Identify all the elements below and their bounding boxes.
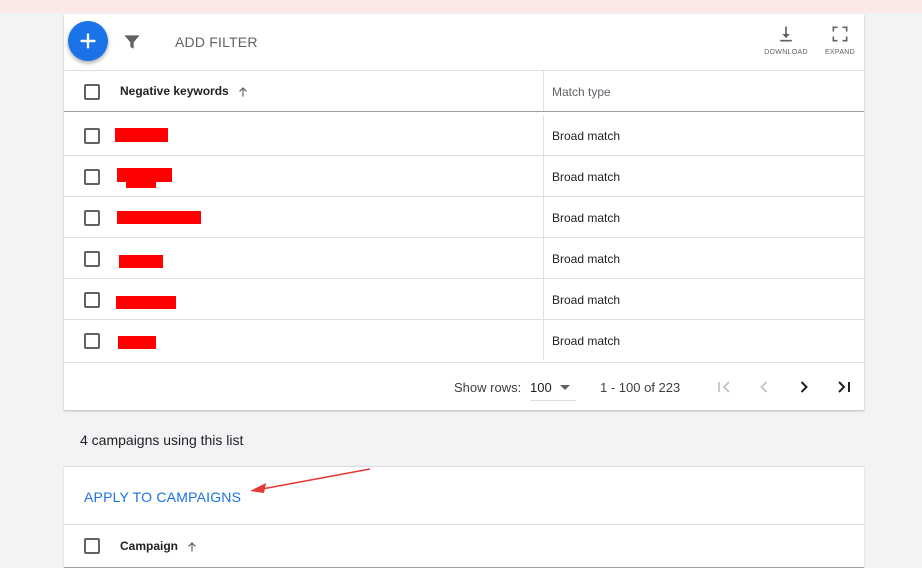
column-divider [543,320,544,360]
redacted-keyword-part [126,180,156,188]
row-checkbox[interactable] [84,333,100,349]
row-checkbox[interactable] [84,169,100,185]
table-row[interactable]: Broad match [64,197,864,238]
column-header-campaign[interactable]: Campaign [120,539,199,554]
expand-label: EXPAND [824,49,856,56]
pagination-bar: Show rows: 100 1 - 100 of 223 [64,362,864,411]
previous-page-icon[interactable] [754,377,774,397]
row-checkbox[interactable] [84,292,100,308]
filter-icon[interactable] [122,32,142,52]
table-row[interactable]: Broad match [64,238,864,279]
first-page-icon[interactable] [714,377,734,397]
column-header-label: Campaign [120,539,179,553]
row-checkbox[interactable] [84,210,100,226]
dropdown-arrow-icon [560,385,570,390]
last-page-icon[interactable] [834,377,854,397]
expand-icon [832,26,848,42]
show-rows-label: Show rows: [454,380,522,395]
redacted-keyword [116,296,176,309]
match-type-cell: Broad match [552,334,621,348]
campaigns-count-text: 4 campaigns using this list [80,432,244,448]
column-header-negative-keywords[interactable]: Negative keywords [120,84,250,99]
apply-to-campaigns-button[interactable]: APPLY TO CAMPAIGNS [84,489,241,505]
table-header-row: Negative keywords Match type [64,71,864,112]
table-row[interactable]: Broad match [64,320,864,360]
column-divider [543,156,544,196]
redacted-keyword [115,128,168,142]
table-row[interactable]: Broad match [64,115,864,156]
sort-ascending-icon [239,86,247,97]
select-all-checkbox[interactable] [84,84,100,100]
rows-per-page-value: 100 [530,380,552,395]
negative-keywords-card: ADD FILTER DOWNLOAD EXPAND Negative keyw… [64,14,864,410]
download-icon [780,26,792,42]
column-divider [543,238,544,278]
add-icon [80,33,96,49]
select-all-campaigns-checkbox[interactable] [84,538,100,554]
table-row[interactable]: Broad match [64,279,864,320]
column-divider [543,71,544,111]
campaigns-card: APPLY TO CAMPAIGNS Campaign [64,466,864,568]
row-checkbox[interactable] [84,128,100,144]
redacted-keyword [119,255,163,268]
redacted-keyword [118,336,156,349]
match-type-cell: Broad match [552,252,621,266]
next-page-icon[interactable] [794,377,814,397]
match-type-cell: Broad match [552,129,621,143]
download-button[interactable]: DOWNLOAD [762,24,810,56]
row-checkbox[interactable] [84,251,100,267]
column-header-match-type[interactable]: Match type [552,85,611,99]
pagination-range: 1 - 100 of 223 [600,380,681,395]
match-type-cell: Broad match [552,170,621,184]
rows-per-page-select[interactable]: 100 [530,376,576,401]
top-banner-strip [0,0,922,13]
match-type-cell: Broad match [552,293,621,307]
add-filter-button[interactable]: ADD FILTER [175,34,258,50]
table-row[interactable]: Broad match [64,156,864,197]
redacted-keyword [117,211,201,224]
match-type-cell: Broad match [552,211,621,225]
column-divider [543,197,544,237]
sort-ascending-icon [188,541,197,552]
add-button[interactable] [68,21,108,61]
download-label: DOWNLOAD [764,49,808,56]
column-divider [543,279,544,319]
column-divider [543,115,544,155]
column-header-label: Negative keywords [120,84,229,98]
table-toolbar: ADD FILTER DOWNLOAD EXPAND [64,14,864,71]
campaign-table-header-row: Campaign [64,524,864,568]
expand-button[interactable]: EXPAND [816,24,864,56]
